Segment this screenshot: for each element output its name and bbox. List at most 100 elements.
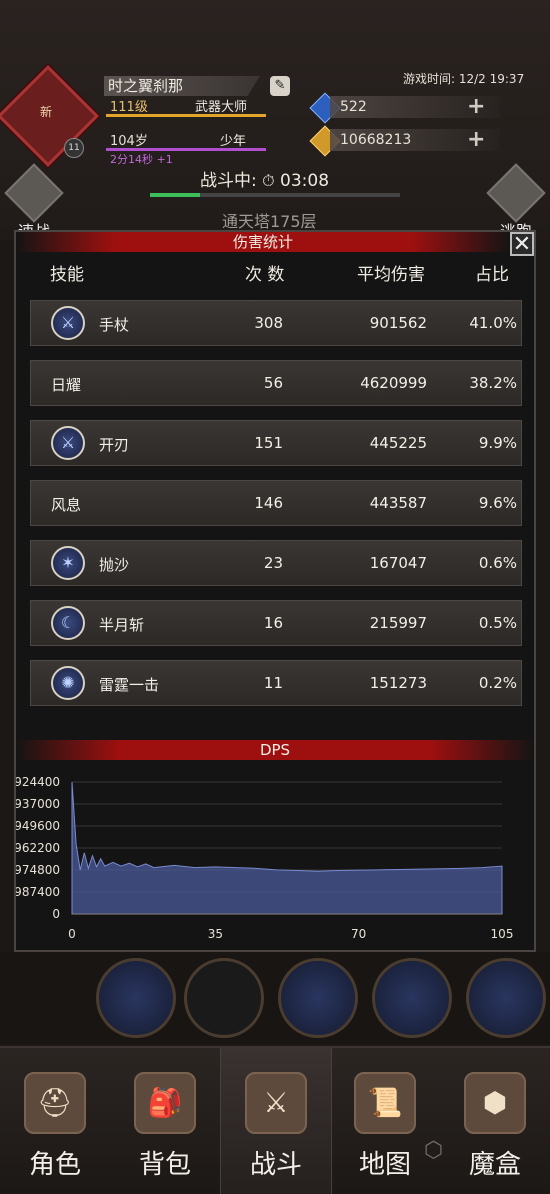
skill-avg-damage: 4620999 [360,374,427,392]
y-tick-label: 2987400 [16,885,60,899]
x-tick-label: 0 [68,927,76,941]
avatar-level-badge: 11 [64,138,84,158]
skill-name: 开刃 [99,436,130,454]
battle-progress-bar [150,193,400,197]
skill-name: 日耀 [51,376,82,394]
skill-slot[interactable] [96,958,176,1038]
damage-stats-panel: 伤害统计 ✕ 技能 次 数 平均伤害 占比 ⚔ 手杖 308 901562 41.0% 日… [14,230,536,952]
skill-count: 23 [263,554,283,572]
age-timer: 2分14秒 +1 [110,153,173,166]
map-scroll-icon: 📜 [354,1072,416,1134]
battle-status: 战斗中: ⏱ 03:08 [200,166,329,191]
skill-count: 11 [263,674,283,692]
header-count: 次 数 [245,265,285,285]
skill-damage-share: 38.2% [469,374,517,392]
skill-name: 手杖 [99,316,130,334]
battle-status-label: 战斗中: [200,171,257,191]
bottom-nav: ⛑ 角色 🎒 背包 ⚔ 战斗 📜 地图 ⬢ 魔盒 [0,1046,550,1194]
quick-battle-icon [4,163,64,223]
nav-label: 战斗 [249,1150,302,1180]
y-tick-label: 8962200 [16,841,60,855]
rank-title: 武器大师 [195,100,248,115]
nav-label: 魔盒 [468,1150,521,1180]
battle-icon: ⚔ [245,1072,307,1134]
y-tick-label: 11949600 [16,819,60,833]
skill-count: 308 [254,314,283,332]
nav-item-3[interactable]: 📜 地图 [330,1048,440,1194]
skill-slot[interactable] [184,958,264,1038]
sword-skill-icon: ⚔ [51,306,85,340]
skill-damage-share: 0.5% [478,614,517,632]
tower-floor: 通天塔175层 [222,212,317,231]
x-tick-label: 70 [351,927,366,941]
avatar-glyph: 新 [39,105,52,119]
top-hud: 新 11 时之翼刹那 ✎ 111级 武器大师 104岁 少年 2分14秒 +1 … [0,0,550,241]
y-tick-label: 0 [52,907,60,921]
nav-label: 角色 [28,1150,81,1180]
skill-slot[interactable] [372,958,452,1038]
skill-avg-damage: 151273 [369,674,427,692]
skill-name: 抛沙 [99,556,130,574]
skill-count: 16 [263,614,283,632]
skill-name: 半月斩 [99,616,145,634]
skill-damage-share: 9.9% [478,434,517,452]
exp-bar [106,114,266,117]
sand-skill-icon: ✶ [51,546,85,580]
magic-box-icon: ⬢ [464,1072,526,1134]
skill-stat-row: ✶ 抛沙 23 167047 0.6% [30,540,522,586]
close-button[interactable]: ✕ [510,232,534,256]
backpack-icon: 🎒 [134,1072,196,1134]
y-tick-label: 5974800 [16,863,60,877]
header-share: 占比 [475,265,509,285]
skill-damage-share: 0.2% [478,674,517,692]
header-skill: 技能 [50,265,84,285]
thunder-skill-icon: ✺ [51,666,85,700]
skill-count: 56 [263,374,283,392]
nav-item-0[interactable]: ⛑ 角色 [0,1048,110,1194]
nav-label: 背包 [138,1150,191,1180]
helmet-icon: ⛑ [24,1072,86,1134]
skill-avg-damage: 445225 [369,434,427,452]
edit-icon[interactable]: ✎ [270,76,290,96]
escape-button[interactable]: 逃跑 [486,163,546,241]
skill-stat-row: ☾ 半月斩 16 215997 0.5% [30,600,522,646]
nav-item-2[interactable]: ⚔ 战斗 [220,1048,332,1194]
skill-slot[interactable] [466,958,546,1038]
skill-count: 146 [254,494,283,512]
x-tick-label: 35 [208,927,223,941]
game-time: 游戏时间: 12/2 19:37 [403,72,525,86]
skill-damage-share: 9.6% [478,494,517,512]
character-age: 104岁 [110,134,148,149]
skill-name: 风息 [51,496,82,514]
skill-stat-row: 风息 146 443587 9.6% [30,480,522,526]
y-tick-label: 17924400 [16,775,60,789]
character-level: 111级 [110,100,148,115]
skill-avg-damage: 215997 [369,614,427,632]
skill-damage-share: 41.0% [469,314,517,332]
skill-stat-row: ⚔ 开刃 151 445225 9.9% [30,420,522,466]
panel-title: 伤害统计 [16,232,510,252]
quick-battle-button[interactable]: 速战 [4,163,64,241]
crescent-skill-icon: ☾ [51,606,85,640]
skill-avg-damage: 167047 [369,554,427,572]
stopwatch-icon: ⏱ [262,171,275,190]
age-title: 少年 [220,134,247,149]
nav-item-1[interactable]: 🎒 背包 [110,1048,220,1194]
sword-skill-icon: ⚔ [51,426,85,460]
skill-slot[interactable] [278,958,358,1038]
skill-avg-damage: 901562 [369,314,427,332]
skill-damage-share: 0.6% [478,554,517,572]
add-gems-button[interactable]: + [467,96,485,118]
header-avg: 平均伤害 [357,265,425,285]
character-name: 时之翼刹那 [104,76,260,96]
watermark-logo: ⬡ [424,1138,444,1163]
escape-icon [486,163,546,223]
skill-avg-damage: 443587 [369,494,427,512]
skill-stat-row: ⚔ 手杖 308 901562 41.0% [30,300,522,346]
skill-name: 雷霆一击 [99,676,160,694]
nav-item-4[interactable]: ⬢ 魔盒 [440,1048,550,1194]
skill-stat-row: ✺ 雷霆一击 11 151273 0.2% [30,660,522,706]
add-gold-button[interactable]: + [467,129,485,151]
skill-count: 151 [254,434,283,452]
skill-stat-row: 日耀 56 4620999 38.2% [30,360,522,406]
